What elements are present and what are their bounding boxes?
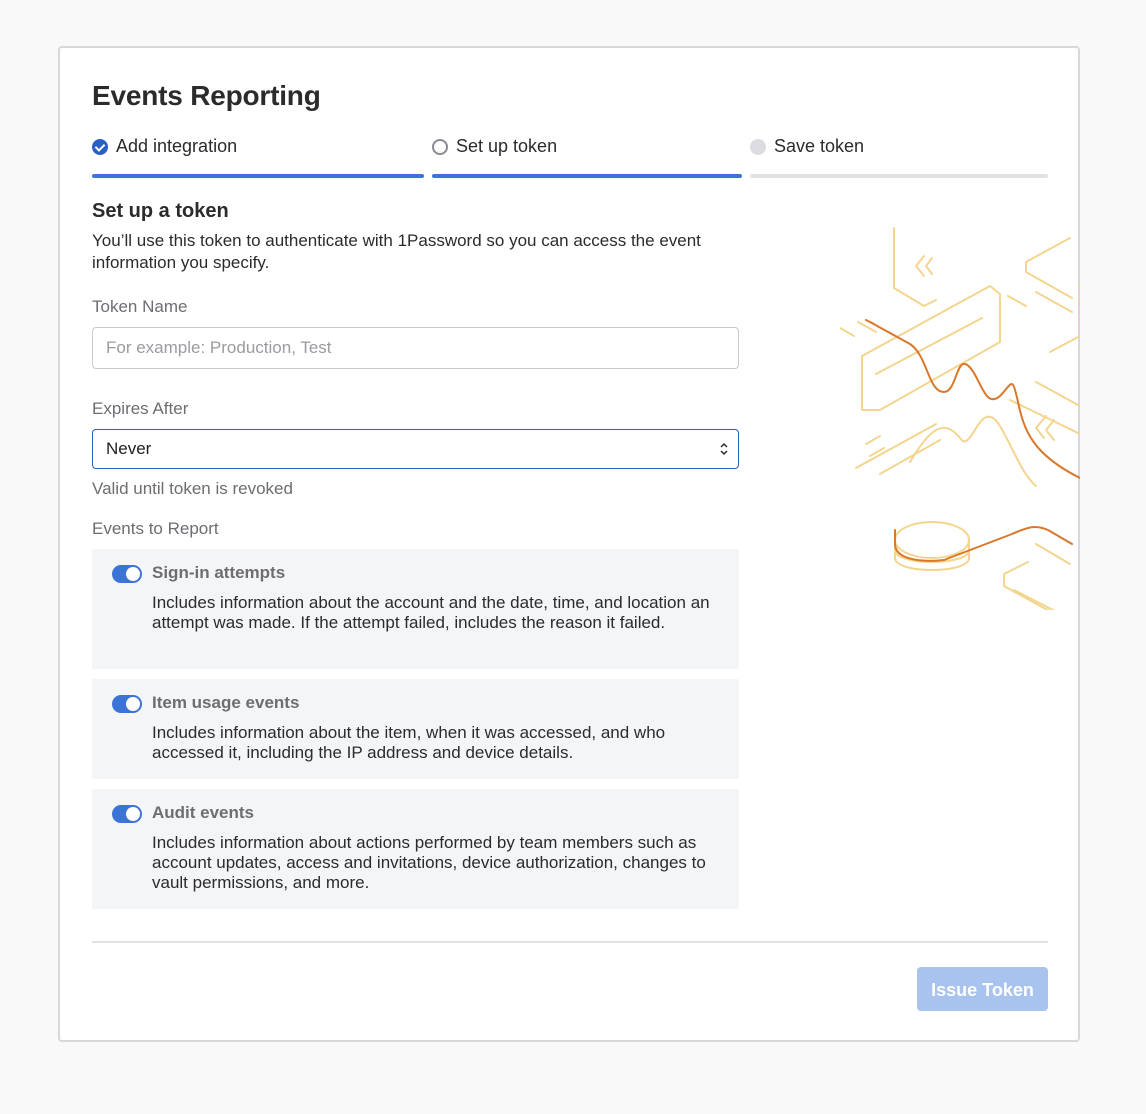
event-description: Includes information about actions perfo… <box>152 833 706 892</box>
events-reporting-card: Events Reporting Add integration Set up … <box>58 46 1080 1042</box>
token-name-input[interactable] <box>92 327 739 369</box>
section-title: Set up a token <box>92 200 229 222</box>
section-description: You’ll use this token to authenticate wi… <box>92 231 701 272</box>
event-title: Item usage events <box>152 693 300 712</box>
step-progress-bar <box>432 174 742 178</box>
toggle-knob <box>126 697 140 711</box>
check-circle-icon <box>92 139 108 155</box>
step-label: Add integration <box>116 136 238 156</box>
event-title: Audit events <box>152 803 255 822</box>
event-description: Includes information about the account a… <box>152 593 710 632</box>
expires-help-text: Valid until token is revoked <box>92 479 293 498</box>
toggle-knob <box>126 567 140 581</box>
page-title: Events Reporting <box>92 80 321 111</box>
footer-divider <box>92 941 1048 943</box>
item-usage-events-toggle[interactable] <box>112 695 142 713</box>
expires-after-value: Never <box>106 439 152 458</box>
audit-events-toggle[interactable] <box>112 805 142 823</box>
event-option-audit: Audit events Includes information about … <box>92 789 739 909</box>
event-option-item-usage: Item usage events Includes information a… <box>92 679 739 779</box>
event-description: Includes information about the item, whe… <box>152 723 666 762</box>
step-label: Save token <box>774 136 865 156</box>
step-save-token: Save token <box>750 134 1048 178</box>
empty-circle-icon <box>432 139 448 155</box>
step-label: Set up token <box>456 136 558 156</box>
stepper: Add integration Set up token Save token <box>92 134 1050 178</box>
step-add-integration: Add integration <box>92 134 424 178</box>
step-set-up-token: Set up token <box>432 134 742 178</box>
step-progress-bar <box>750 174 1048 178</box>
event-title: Sign-in attempts <box>152 563 286 582</box>
up-down-chevron-icon <box>720 442 728 456</box>
sign-in-attempts-toggle[interactable] <box>112 565 142 583</box>
step-progress-bar <box>92 174 424 178</box>
issue-token-button[interactable]: Issue Token <box>917 967 1048 1011</box>
toggle-knob <box>126 807 140 821</box>
filled-grey-circle-icon <box>750 139 766 155</box>
token-illustration <box>840 227 1080 610</box>
token-name-label: Token Name <box>92 297 188 316</box>
expires-after-select[interactable]: Never <box>92 429 739 469</box>
event-option-sign-in: Sign-in attempts Includes information ab… <box>92 549 739 669</box>
expires-after-label: Expires After <box>92 399 189 418</box>
events-to-report-label: Events to Report <box>92 519 219 538</box>
